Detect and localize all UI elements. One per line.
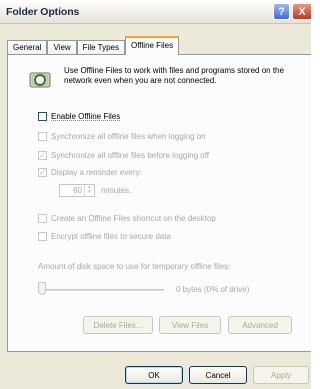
view-files-button[interactable]: View Files: [159, 316, 221, 334]
disk-space-slider-track[interactable]: [40, 289, 164, 291]
tab-file-types[interactable]: File Types: [76, 40, 125, 55]
sync-logon-checkbox[interactable]: [38, 132, 47, 141]
close-icon: X: [298, 5, 306, 18]
disk-space-slider-thumb[interactable]: [38, 282, 46, 295]
apply-button[interactable]: Apply: [253, 366, 309, 384]
checkmark-icon: ✓: [39, 150, 47, 160]
sync-logoff-label: Synchronize all offline files before log…: [51, 151, 210, 160]
close-button[interactable]: X: [292, 3, 311, 20]
ok-button[interactable]: OK: [125, 366, 183, 384]
offline-files-icon: [29, 72, 51, 88]
reminder-minutes-value: 60: [73, 186, 82, 195]
encrypt-checkbox[interactable]: [38, 232, 47, 241]
checkmark-icon: ✓: [39, 167, 47, 177]
cancel-button[interactable]: Cancel: [189, 366, 247, 384]
reminder-label: Display a reminder every:: [51, 168, 142, 177]
shortcut-label: Create an Offline Files shortcut on the …: [51, 214, 216, 223]
sync-logon-option[interactable]: Synchronize all offline files when loggi…: [38, 132, 206, 141]
tab-view[interactable]: View: [47, 40, 77, 55]
window-title: Folder Options: [6, 6, 80, 18]
enable-offline-files-label: Enable Offline Files: [51, 112, 121, 121]
encrypt-label: Encrypt offline files to secure data: [51, 232, 171, 241]
advanced-button[interactable]: Advanced: [228, 316, 292, 334]
reminder-option[interactable]: ✓ Display a reminder every:: [38, 167, 142, 177]
sync-logon-label: Synchronize all offline files when loggi…: [51, 132, 206, 141]
encrypt-option[interactable]: Encrypt offline files to secure data: [38, 232, 171, 241]
info-description: Use Offline Files to work with files and…: [64, 66, 284, 85]
delete-files-button[interactable]: Delete Files...: [83, 316, 153, 334]
title-bar[interactable]: Folder Options ? X: [0, 0, 311, 24]
sync-logoff-checkbox[interactable]: ✓: [38, 150, 47, 160]
help-button[interactable]: ?: [273, 3, 290, 20]
tab-offline-files[interactable]: Offline Files: [124, 36, 180, 55]
enable-offline-files-checkbox[interactable]: [38, 112, 47, 121]
reminder-minutes-unit: minutes.: [101, 186, 132, 195]
help-icon: ?: [278, 5, 285, 18]
shortcut-checkbox[interactable]: [38, 214, 47, 223]
reminder-minutes-spinner[interactable]: 60 ▲ ▼: [59, 184, 95, 197]
enable-offline-files-option[interactable]: Enable Offline Files: [38, 112, 120, 121]
disk-space-value: 0 bytes (0% of drive): [176, 285, 250, 294]
spinner-arrows[interactable]: ▲ ▼: [84, 185, 94, 196]
sync-logoff-option[interactable]: ✓ Synchronize all offline files before l…: [38, 150, 210, 160]
tab-strip: General View File Types Offline Files: [7, 36, 180, 55]
spin-down-icon[interactable]: ▼: [85, 190, 94, 195]
disk-space-label: Amount of disk space to use for temporar…: [38, 262, 231, 271]
offline-files-panel: [7, 54, 311, 352]
reminder-checkbox[interactable]: ✓: [38, 167, 47, 177]
shortcut-option[interactable]: Create an Offline Files shortcut on the …: [38, 214, 216, 223]
folder-options-dialog: Folder Options ? X General View File Typ…: [0, 0, 311, 389]
tab-general[interactable]: General: [7, 40, 48, 55]
